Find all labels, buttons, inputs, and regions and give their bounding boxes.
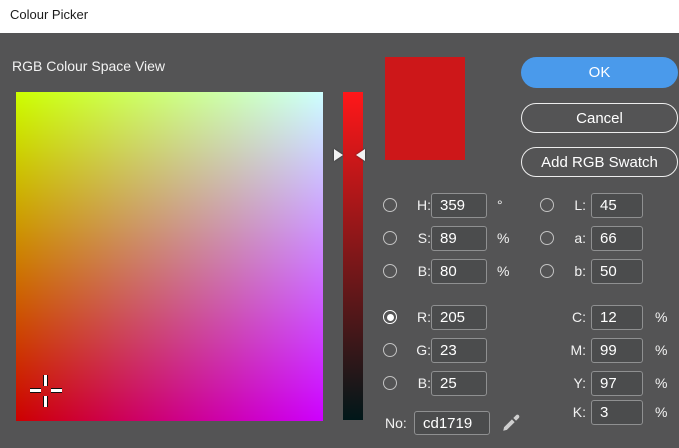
field-input-l[interactable] [591, 192, 643, 218]
field-row-s: S: % [383, 225, 509, 251]
window-title: Colour Picker [10, 7, 89, 22]
field-label-bb: b: [574, 263, 586, 279]
field-suffix-m: % [655, 342, 668, 358]
window-titlebar: Colour Picker [0, 0, 679, 33]
field-row-b: B: % [383, 258, 509, 284]
field-label-s: S: [417, 230, 431, 246]
crosshair-arm [30, 388, 41, 393]
field-label-k: K: [572, 404, 586, 420]
field-input-k[interactable] [591, 399, 643, 425]
slider-handle-right-arrow-icon[interactable] [356, 149, 365, 161]
field-input-c[interactable] [591, 304, 643, 330]
field-label-r: R: [417, 309, 431, 325]
field-row-k: K: % [540, 399, 667, 425]
radio-bb[interactable] [540, 264, 554, 278]
field-label-h: H: [417, 197, 431, 213]
radio-r[interactable] [383, 310, 397, 324]
crosshair-arm [43, 396, 48, 407]
slider-handle-left-arrow-icon[interactable] [334, 149, 343, 161]
field-input-r[interactable] [431, 304, 487, 330]
field-label-b: B: [417, 263, 431, 279]
hex-input[interactable] [414, 411, 490, 435]
field-suffix-y: % [655, 375, 668, 391]
add-rgb-swatch-button[interactable]: Add RGB Swatch [521, 147, 678, 177]
cancel-button[interactable]: Cancel [521, 103, 678, 133]
red-channel-slider[interactable] [343, 92, 363, 420]
field-row-y: Y: % [540, 370, 667, 396]
field-input-m[interactable] [591, 337, 643, 363]
field-suffix-c: % [655, 309, 668, 325]
field-input-a[interactable] [591, 225, 643, 251]
radio-b2[interactable] [383, 376, 397, 390]
field-suffix-h: ° [497, 197, 503, 213]
field-label-m: M: [570, 342, 586, 358]
field-row-r: R: [383, 304, 487, 330]
field-row-a: a: [540, 225, 643, 251]
field-input-h[interactable] [431, 192, 487, 218]
field-row-l: L: [540, 192, 643, 218]
colour-picker-dialog: RGB Colour Space View OK Cancel Add RGB … [0, 33, 679, 448]
field-label-l: L: [574, 197, 586, 213]
radio-s[interactable] [383, 231, 397, 245]
crosshair-arm [51, 388, 62, 393]
field-suffix-s: % [497, 230, 510, 246]
field-input-b[interactable] [431, 258, 487, 284]
hex-label: No: [385, 415, 407, 431]
eyedropper-glyph [503, 414, 520, 431]
radio-h[interactable] [383, 198, 397, 212]
field-label-g: G: [416, 342, 431, 358]
crosshair-arm [43, 375, 48, 386]
field-label-a: a: [574, 230, 586, 246]
field-row-hex: No: [385, 410, 522, 436]
colour-preview-swatch [385, 57, 465, 160]
radio-a[interactable] [540, 231, 554, 245]
field-row-g: G: [383, 337, 487, 363]
field-input-y[interactable] [591, 370, 643, 396]
field-label-y: Y: [573, 375, 586, 391]
field-row-m: M: % [540, 337, 667, 363]
ok-button[interactable]: OK [521, 57, 678, 88]
eyedropper-icon[interactable] [500, 412, 522, 434]
radio-l[interactable] [540, 198, 554, 212]
section-label: RGB Colour Space View [12, 58, 166, 74]
field-input-s[interactable] [431, 225, 487, 251]
colour-space-gradient[interactable] [16, 92, 323, 421]
field-suffix-b: % [497, 263, 510, 279]
field-label-b2: B: [417, 375, 431, 391]
radio-g[interactable] [383, 343, 397, 357]
field-label-c: C: [572, 309, 586, 325]
field-suffix-k: % [655, 404, 668, 420]
radio-b[interactable] [383, 264, 397, 278]
field-row-h: H: ° [383, 192, 503, 218]
field-input-bb[interactable] [591, 258, 643, 284]
field-row-bb: b: [540, 258, 643, 284]
field-row-c: C: % [540, 304, 667, 330]
field-input-g[interactable] [431, 337, 487, 363]
field-row-b2: B: [383, 370, 487, 396]
field-input-b2[interactable] [431, 370, 487, 396]
